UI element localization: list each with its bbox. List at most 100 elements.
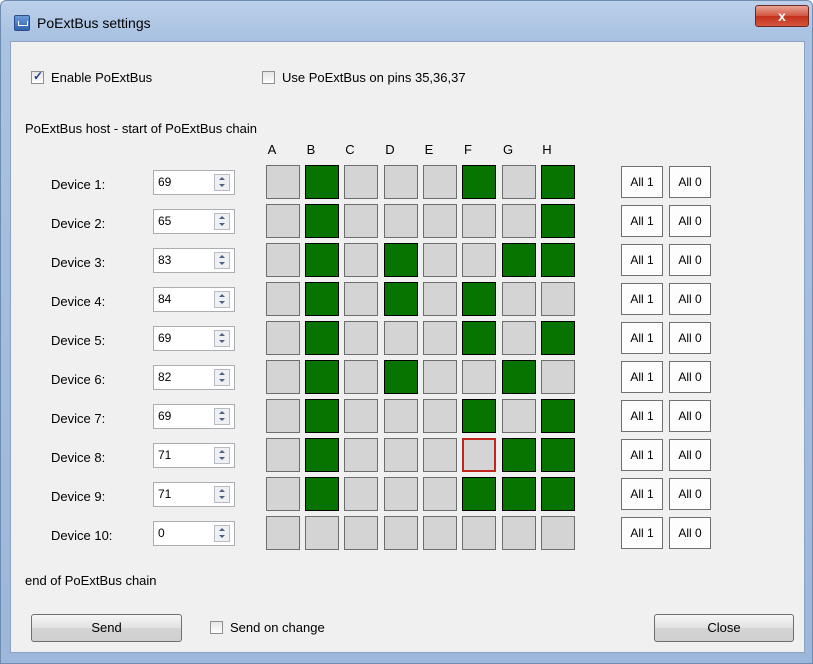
bit-toggle-a[interactable]: [266, 165, 300, 199]
bit-toggle-g[interactable]: [502, 243, 536, 277]
checkbox-box[interactable]: [262, 71, 275, 84]
spinner-arrows-icon[interactable]: [214, 486, 230, 503]
spinner-arrows-icon[interactable]: [214, 213, 230, 230]
bit-toggle-b[interactable]: [305, 438, 339, 472]
send-on-change-checkbox[interactable]: Send on change: [210, 620, 325, 635]
spinner-arrows-icon[interactable]: [214, 525, 230, 542]
all-1-button[interactable]: All 1: [621, 517, 663, 549]
device-value-input[interactable]: 69: [158, 409, 171, 423]
all-0-button[interactable]: All 0: [669, 244, 711, 276]
bit-toggle-c[interactable]: [344, 438, 378, 472]
bit-toggle-c[interactable]: [344, 399, 378, 433]
bit-toggle-h[interactable]: [541, 477, 575, 511]
bit-toggle-h[interactable]: [541, 321, 575, 355]
bit-toggle-d[interactable]: [384, 360, 418, 394]
bit-toggle-h[interactable]: [541, 165, 575, 199]
bit-toggle-e[interactable]: [423, 204, 457, 238]
device-value-spinner[interactable]: 82: [153, 365, 235, 390]
bit-toggle-f[interactable]: [462, 438, 496, 472]
bit-toggle-e[interactable]: [423, 321, 457, 355]
bit-toggle-f[interactable]: [462, 321, 496, 355]
checkbox-box[interactable]: [31, 69, 44, 84]
use-pins-checkbox[interactable]: Use PoExtBus on pins 35,36,37: [262, 70, 466, 85]
device-value-input[interactable]: 69: [158, 175, 171, 189]
bit-toggle-c[interactable]: [344, 360, 378, 394]
bit-toggle-a[interactable]: [266, 321, 300, 355]
all-0-button[interactable]: All 0: [669, 322, 711, 354]
bit-toggle-f[interactable]: [462, 399, 496, 433]
bit-toggle-f[interactable]: [462, 204, 496, 238]
bit-toggle-h[interactable]: [541, 438, 575, 472]
all-1-button[interactable]: All 1: [621, 322, 663, 354]
all-1-button[interactable]: All 1: [621, 166, 663, 198]
bit-toggle-g[interactable]: [502, 321, 536, 355]
spinner-arrows-icon[interactable]: [214, 252, 230, 269]
bit-toggle-b[interactable]: [305, 204, 339, 238]
device-value-input[interactable]: 71: [158, 448, 171, 462]
all-0-button[interactable]: All 0: [669, 361, 711, 393]
device-value-spinner[interactable]: 69: [153, 326, 235, 351]
send-button[interactable]: Send: [31, 614, 182, 642]
window-close-button[interactable]: x: [755, 5, 809, 27]
bit-toggle-d[interactable]: [384, 204, 418, 238]
bit-toggle-h[interactable]: [541, 243, 575, 277]
all-0-button[interactable]: All 0: [669, 517, 711, 549]
all-0-button[interactable]: All 0: [669, 478, 711, 510]
device-value-spinner[interactable]: 71: [153, 482, 235, 507]
bit-toggle-h[interactable]: [541, 360, 575, 394]
enable-poextbus-checkbox[interactable]: Enable PoExtBus: [31, 69, 152, 85]
bit-toggle-d[interactable]: [384, 165, 418, 199]
checkbox-box[interactable]: [210, 621, 223, 634]
bit-toggle-h[interactable]: [541, 282, 575, 316]
all-1-button[interactable]: All 1: [621, 361, 663, 393]
bit-toggle-a[interactable]: [266, 204, 300, 238]
bit-toggle-c[interactable]: [344, 243, 378, 277]
all-0-button[interactable]: All 0: [669, 283, 711, 315]
device-value-spinner[interactable]: 65: [153, 209, 235, 234]
device-value-spinner[interactable]: 83: [153, 248, 235, 273]
bit-toggle-b[interactable]: [305, 516, 339, 550]
device-value-spinner[interactable]: 0: [153, 521, 235, 546]
bit-toggle-c[interactable]: [344, 204, 378, 238]
close-button[interactable]: Close: [654, 614, 794, 642]
bit-toggle-a[interactable]: [266, 243, 300, 277]
bit-toggle-g[interactable]: [502, 282, 536, 316]
device-value-input[interactable]: 82: [158, 370, 171, 384]
bit-toggle-e[interactable]: [423, 282, 457, 316]
bit-toggle-e[interactable]: [423, 399, 457, 433]
device-value-input[interactable]: 83: [158, 253, 171, 267]
bit-toggle-g[interactable]: [502, 477, 536, 511]
bit-toggle-a[interactable]: [266, 516, 300, 550]
bit-toggle-g[interactable]: [502, 399, 536, 433]
bit-toggle-e[interactable]: [423, 516, 457, 550]
device-value-spinner[interactable]: 69: [153, 170, 235, 195]
bit-toggle-g[interactable]: [502, 516, 536, 550]
bit-toggle-d[interactable]: [384, 243, 418, 277]
bit-toggle-d[interactable]: [384, 321, 418, 355]
bit-toggle-b[interactable]: [305, 477, 339, 511]
all-1-button[interactable]: All 1: [621, 205, 663, 237]
bit-toggle-f[interactable]: [462, 360, 496, 394]
device-value-spinner[interactable]: 84: [153, 287, 235, 312]
all-1-button[interactable]: All 1: [621, 439, 663, 471]
bit-toggle-f[interactable]: [462, 243, 496, 277]
bit-toggle-b[interactable]: [305, 321, 339, 355]
bit-toggle-b[interactable]: [305, 360, 339, 394]
bit-toggle-a[interactable]: [266, 360, 300, 394]
all-0-button[interactable]: All 0: [669, 439, 711, 471]
spinner-arrows-icon[interactable]: [214, 330, 230, 347]
bit-toggle-b[interactable]: [305, 282, 339, 316]
bit-toggle-a[interactable]: [266, 477, 300, 511]
spinner-arrows-icon[interactable]: [214, 408, 230, 425]
all-1-button[interactable]: All 1: [621, 244, 663, 276]
bit-toggle-e[interactable]: [423, 438, 457, 472]
bit-toggle-g[interactable]: [502, 360, 536, 394]
device-value-spinner[interactable]: 71: [153, 443, 235, 468]
bit-toggle-d[interactable]: [384, 438, 418, 472]
bit-toggle-e[interactable]: [423, 165, 457, 199]
spinner-arrows-icon[interactable]: [214, 291, 230, 308]
bit-toggle-a[interactable]: [266, 438, 300, 472]
bit-toggle-a[interactable]: [266, 282, 300, 316]
device-value-input[interactable]: 65: [158, 214, 171, 228]
bit-toggle-a[interactable]: [266, 399, 300, 433]
